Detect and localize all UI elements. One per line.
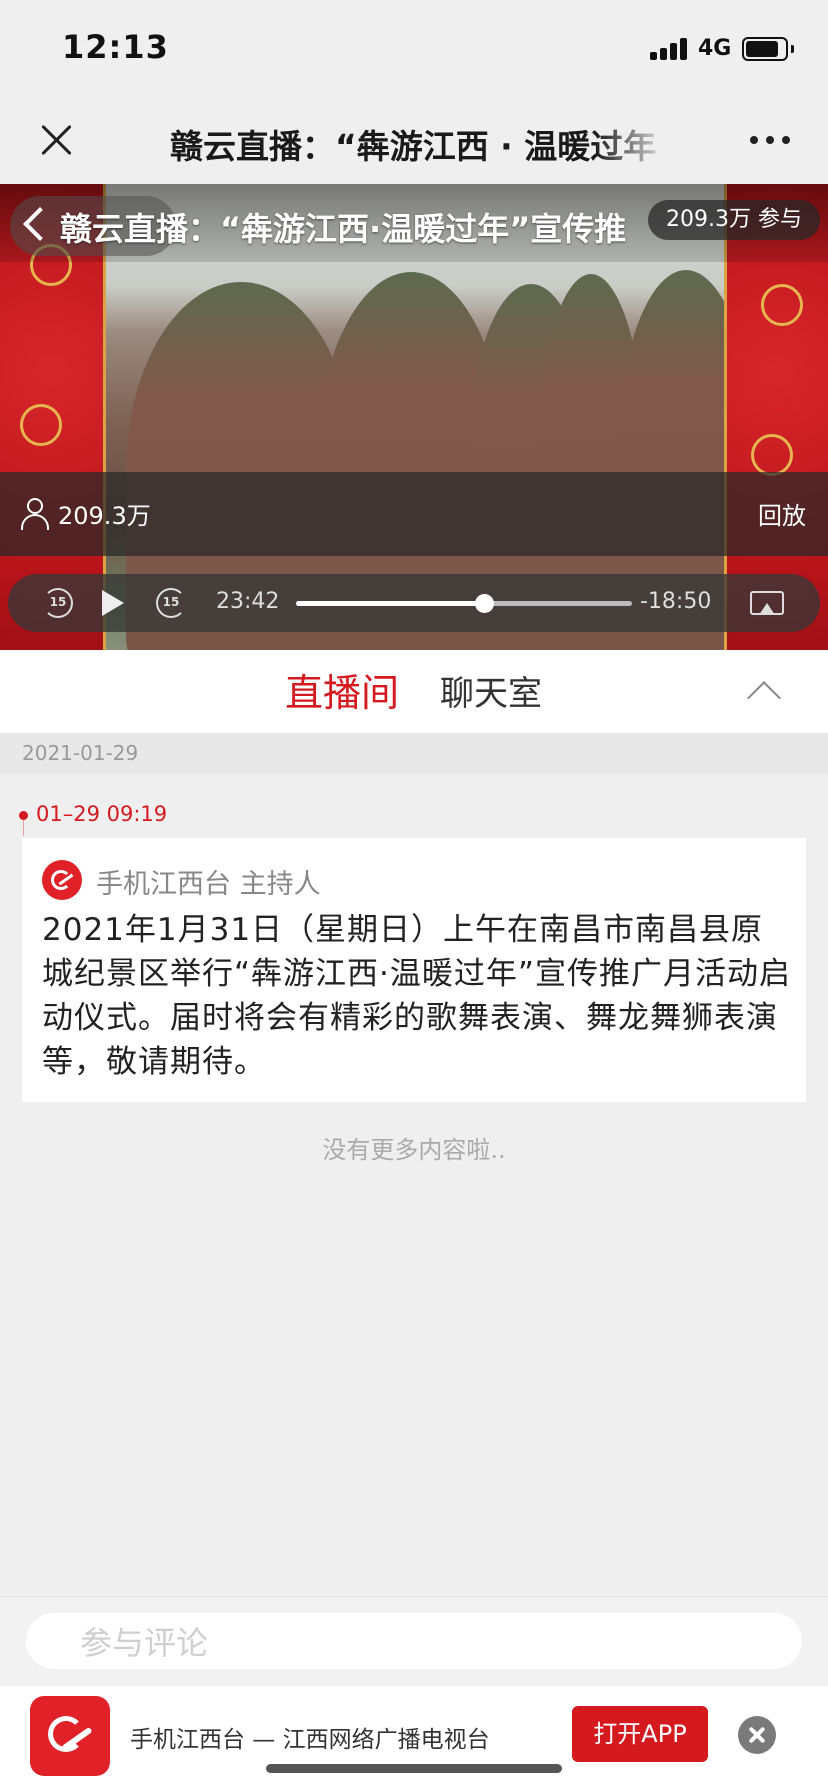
tab-chat-room[interactable]: 聊天室: [440, 666, 542, 715]
video-player[interactable]: 赣云直播：“犇游江西·温暖过年”宣传推 209.3万 参与 209.3万 回放 …: [0, 184, 828, 650]
post-card: 手机江西台 主持人 2021年1月31日（星期日）上午在南昌市南昌县原城纪景区举…: [22, 838, 806, 1102]
signal-icon: [650, 38, 690, 60]
comment-placeholder[interactable]: 参与评论: [80, 1618, 208, 1664]
airplay-icon[interactable]: [750, 591, 784, 615]
time-current: 23:42: [216, 589, 280, 614]
user-icon: [20, 498, 50, 530]
progress-slider[interactable]: [296, 594, 632, 613]
close-banner-icon[interactable]: [738, 1716, 776, 1754]
post-content: 2021年1月31日（星期日）上午在南昌市南昌县原城纪景区举行“犇游江西·温暖过…: [42, 912, 791, 1080]
open-app-button[interactable]: 打开APP: [572, 1706, 708, 1762]
post-time: 01–29 09:19: [36, 802, 168, 826]
video-info-bar: 209.3万 回放: [0, 472, 828, 556]
tab-bar: 直播间 聊天室: [0, 650, 828, 734]
video-title: 赣云直播：“犇游江西·温暖过年”宣传推: [60, 210, 627, 248]
skip-back-15-icon[interactable]: 15: [43, 588, 73, 618]
app-name: 手机江西台 — 江西网络广播电视台: [130, 1727, 490, 1753]
progress-knob[interactable]: [475, 594, 495, 613]
battery-icon: [742, 37, 788, 61]
status-bar: 12:13 4G: [0, 0, 828, 98]
timeline-dot: [19, 811, 28, 820]
replay-label: 回放: [758, 502, 806, 530]
video-controls: 15 15 23:42 -18:50: [8, 574, 820, 632]
collapse-chevron-up-icon[interactable]: [747, 681, 781, 715]
app-logo-icon: [30, 1696, 110, 1776]
close-icon[interactable]: [36, 120, 76, 160]
app-banner: 手机江西台 — 江西网络广播电视台 打开APP: [0, 1686, 828, 1792]
progress-fill: [296, 601, 485, 606]
skip-forward-15-icon[interactable]: 15: [156, 588, 186, 618]
status-time: 12:13: [62, 28, 169, 66]
date-header: 2021-01-29: [0, 734, 828, 774]
page-title: 赣云直播：“犇游江西 · 温暖过年: [170, 127, 657, 166]
nav-bar: 赣云直播：“犇游江西 · 温暖过年: [0, 98, 828, 184]
tab-live-room[interactable]: 直播间: [285, 662, 399, 717]
participants-badge: 209.3万 参与: [648, 200, 820, 240]
avatar: [42, 860, 82, 900]
no-more-content: 没有更多内容啦..: [322, 1136, 506, 1164]
post-author: 手机江西台 主持人: [96, 869, 321, 900]
home-indicator[interactable]: [266, 1764, 562, 1773]
play-icon[interactable]: [102, 590, 124, 616]
viewer-count: 209.3万: [58, 502, 151, 530]
battery-tip: [791, 45, 794, 53]
more-icon[interactable]: [750, 136, 792, 146]
date-label: 2021-01-29: [22, 741, 139, 765]
network-type: 4G: [698, 36, 732, 61]
time-remaining: -18:50: [640, 589, 712, 614]
